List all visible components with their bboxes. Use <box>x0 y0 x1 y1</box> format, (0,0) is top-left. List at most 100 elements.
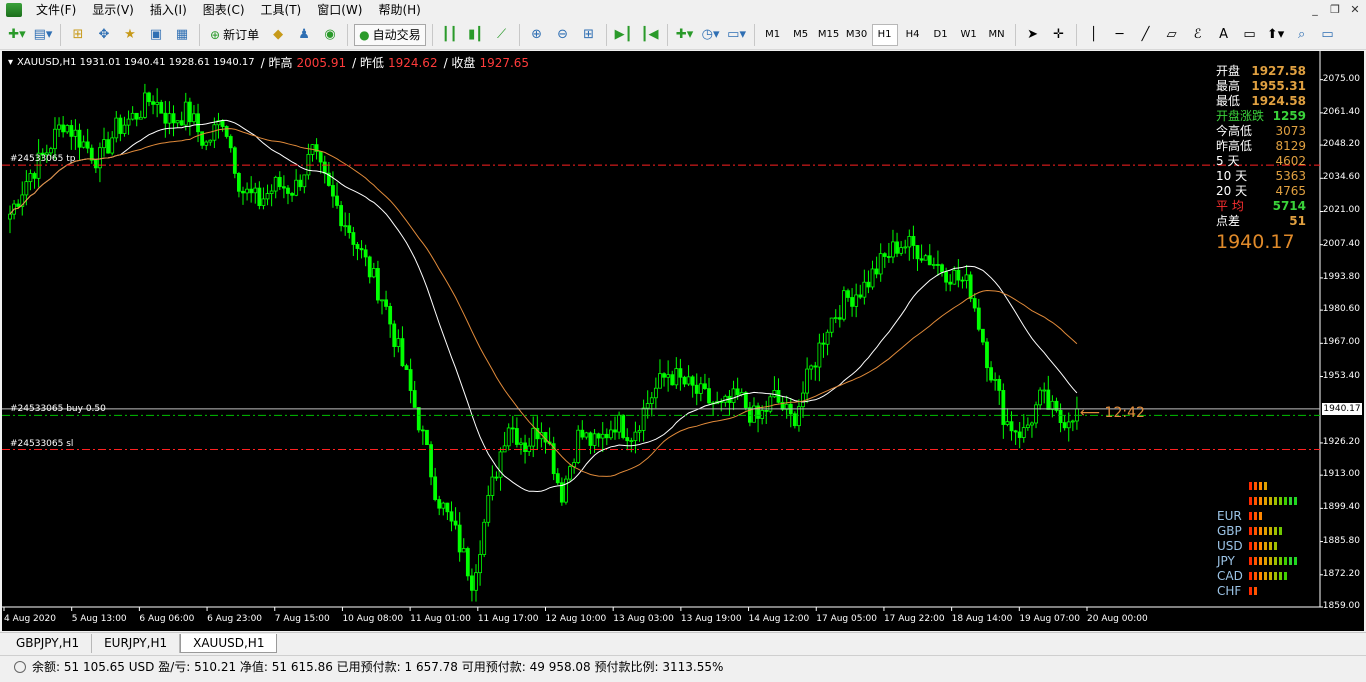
strength-bar <box>1264 481 1267 490</box>
candle-body <box>862 281 867 298</box>
tester-icon[interactable]: ▦ <box>171 24 193 46</box>
auto-scroll-icon[interactable]: ▶┃ <box>613 24 635 46</box>
order-sl-label[interactable]: #24533065 sl <box>10 439 73 449</box>
bar-chart-icon[interactable]: ┃┃ <box>439 24 461 46</box>
chat-icon[interactable]: ▭ <box>1317 24 1339 46</box>
candlestick-icon[interactable]: ▮┃ <box>465 24 487 46</box>
timeframe-m5[interactable]: M5 <box>788 24 814 46</box>
candle-body <box>666 374 671 378</box>
candle-body <box>846 290 850 298</box>
candle-body <box>850 297 854 307</box>
toolbar-separator <box>60 23 61 46</box>
candle-body <box>351 232 356 245</box>
metaeditor-icon[interactable]: ◆ <box>267 24 289 46</box>
templates-icon[interactable]: ▭▾ <box>726 24 748 46</box>
time-tick-label: 17 Aug 22:00 <box>883 614 945 624</box>
close-icon[interactable]: ✕ <box>1346 2 1364 18</box>
crosshair-icon[interactable]: ✛ <box>1048 24 1070 46</box>
chart-shift-icon[interactable]: ┃◀ <box>639 24 661 46</box>
candle-body <box>376 268 380 301</box>
vertical-line-icon[interactable]: │ <box>1083 24 1105 46</box>
label-icon[interactable]: ▭ <box>1239 24 1261 46</box>
candle-body <box>232 147 237 174</box>
market-watch-icon[interactable]: ⊞ <box>67 24 89 46</box>
terminal-icon[interactable]: ▣ <box>145 24 167 46</box>
toolbar: ✚▾ ▤▾ ⊞ ✥ ★ ▣ ▦ ⊕ 新订单 ◆ ♟ ◉ ● 自动交易 ┃┃ ▮┃ ⟋… <box>0 20 1366 50</box>
timeframe-m15[interactable]: M15 <box>816 24 842 46</box>
timeframe-h1[interactable]: H1 <box>871 23 898 46</box>
price-chart[interactable] <box>2 51 1364 631</box>
search-icon[interactable]: ⌕ <box>1291 24 1313 46</box>
menu-tools[interactable]: 工具(T) <box>253 0 310 20</box>
timeframe-h4[interactable]: H4 <box>900 24 926 46</box>
horizontal-line-icon[interactable]: ─ <box>1109 24 1131 46</box>
data-window-icon[interactable]: ✥ <box>93 24 115 46</box>
candle-body <box>93 159 98 169</box>
new-order-button[interactable]: ⊕ 新订单 <box>206 24 263 46</box>
text-icon[interactable]: A <box>1213 24 1235 46</box>
candle-body <box>69 125 74 137</box>
channel-icon[interactable]: ▱ <box>1161 24 1183 46</box>
candle-body <box>1046 389 1051 410</box>
candle-body <box>1034 404 1038 424</box>
candle-body <box>265 193 270 200</box>
profiles-icon[interactable]: ▤▾ <box>32 24 54 46</box>
chart-window[interactable]: ▾ XAUUSD,H1 1931.01 1940.41 1928.61 1940… <box>2 51 1364 631</box>
currency-row <box>1217 493 1307 508</box>
timeframe-mn[interactable]: MN <box>984 24 1010 46</box>
candle-body <box>968 274 973 299</box>
timeframe-d1[interactable]: D1 <box>928 24 954 46</box>
candle-body <box>915 245 920 260</box>
stats-row: 开盘涨跌 1259 <box>1216 109 1306 124</box>
order-tp-label[interactable]: #24533065 tp <box>10 154 75 164</box>
menu-charts[interactable]: 图表(C) <box>195 0 253 20</box>
restore-icon[interactable]: ❐ <box>1326 2 1344 18</box>
periods-icon[interactable]: ◷▾ <box>700 24 722 46</box>
candle-body <box>797 406 801 427</box>
strength-bar <box>1269 556 1272 565</box>
strength-bar <box>1254 511 1257 520</box>
candle-body <box>555 473 560 484</box>
candle-body <box>584 432 589 438</box>
tab-eurjpy[interactable]: EURJPY,H1 <box>92 634 181 653</box>
auto-trading-button[interactable]: ● 自动交易 <box>354 23 426 46</box>
timeframe-m1[interactable]: M1 <box>760 24 786 46</box>
menu-insert[interactable]: 插入(I) <box>142 0 195 20</box>
candle-body <box>118 117 123 134</box>
trendline-icon[interactable]: ╱ <box>1135 24 1157 46</box>
candle-body <box>1058 410 1063 424</box>
menu-view[interactable]: 显示(V) <box>84 0 142 20</box>
timeframe-w1[interactable]: W1 <box>956 24 982 46</box>
arrows-icon[interactable]: ⬆▾ <box>1265 24 1287 46</box>
candle-body <box>237 173 241 192</box>
market-icon[interactable]: ◉ <box>319 24 341 46</box>
chart-menu-icon[interactable]: ▾ <box>8 57 13 68</box>
candle-body <box>531 427 536 447</box>
zoom-out-icon[interactable]: ⊖ <box>552 24 574 46</box>
cursor-icon[interactable]: ➤ <box>1022 24 1044 46</box>
app-logo-icon <box>6 3 22 17</box>
candle-body <box>842 290 846 320</box>
candle-body <box>1030 422 1034 426</box>
tab-gbpjpy[interactable]: GBPJPY,H1 <box>4 634 93 653</box>
menu-help[interactable]: 帮助(H) <box>370 0 428 20</box>
tab-xauusd[interactable]: XAUUSD,H1 <box>180 634 278 653</box>
tile-windows-icon[interactable]: ⊞ <box>578 24 600 46</box>
indicators-icon[interactable]: ✚▾ <box>674 24 696 46</box>
fibonacci-icon[interactable]: ℰ <box>1187 24 1209 46</box>
candle-body <box>16 203 21 207</box>
stats-row: 昨高低 8129 <box>1216 139 1306 154</box>
candle-body <box>474 572 478 591</box>
timeframe-m30[interactable]: M30 <box>844 24 870 46</box>
navigator-icon[interactable]: ★ <box>119 24 141 46</box>
stats-label: 20 天 <box>1216 184 1248 198</box>
menu-file[interactable]: 文件(F) <box>28 0 84 20</box>
line-chart-icon[interactable]: ⟋ <box>491 24 513 46</box>
signals-icon[interactable]: ♟ <box>293 24 315 46</box>
order-buy-label[interactable]: #24533065 buy 0.50 <box>10 404 106 414</box>
menu-window[interactable]: 窗口(W) <box>309 0 370 20</box>
candle-body <box>637 430 642 433</box>
zoom-in-icon[interactable]: ⊕ <box>526 24 548 46</box>
minimize-icon[interactable]: _ <box>1306 2 1324 18</box>
new-chart-icon[interactable]: ✚▾ <box>6 24 28 46</box>
